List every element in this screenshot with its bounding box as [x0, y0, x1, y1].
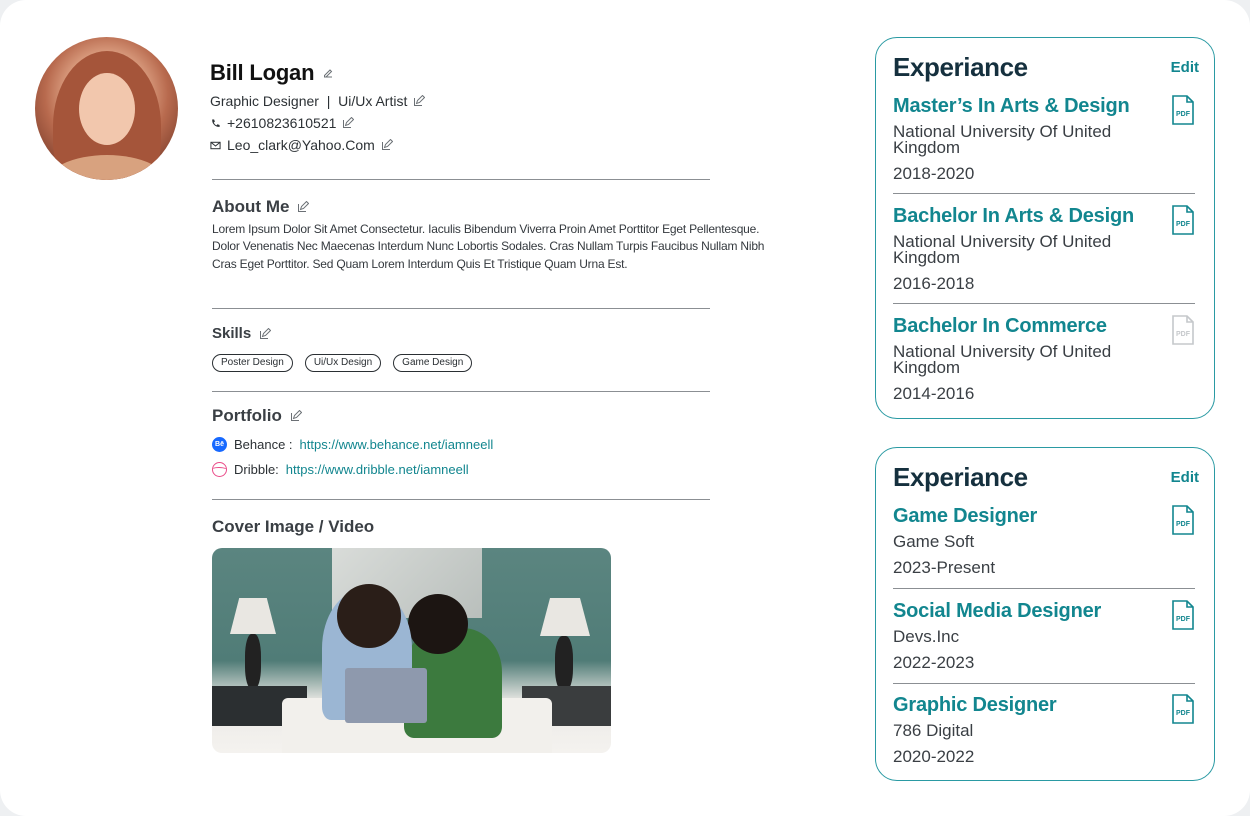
experience-card: Experiance Edit Game Designer Game Soft …: [875, 447, 1215, 781]
education-entry: Bachelor In Commerce National University…: [893, 315, 1195, 404]
svg-text:PDF: PDF: [1176, 221, 1191, 228]
phone-icon: [210, 118, 221, 129]
edit-button[interactable]: Edit: [1171, 59, 1199, 76]
pdf-icon[interactable]: PDF: [1171, 505, 1195, 535]
entry-years: 2022-2023: [893, 653, 975, 672]
skills-list: Poster Design Ui/Ux Design Game Design: [212, 354, 473, 372]
entry-subtitle: 786 Digital: [893, 721, 974, 740]
behance-label: Behance :: [234, 437, 293, 452]
experience-entry: Game Designer Game Soft 2023-Present PDF: [893, 505, 1195, 578]
entry-subtitle: Devs.Inc: [893, 627, 960, 646]
dribbble-label: Dribble:: [234, 462, 279, 477]
pdf-icon-disabled: PDF: [1171, 315, 1195, 345]
name-row: Bill Logan: [210, 60, 334, 86]
cover-lamp-right: [540, 598, 590, 636]
entry-title: Game Designer: [893, 505, 1038, 527]
edit-skills-icon[interactable]: [259, 327, 272, 340]
education-card: Experiance Edit Master’s In Arts & Desig…: [875, 37, 1215, 419]
entry-years: 2023-Present: [893, 558, 996, 577]
avatar[interactable]: [35, 37, 178, 180]
behance-link[interactable]: https://www.behance.net/iamneell: [300, 437, 494, 452]
divider: [212, 179, 710, 180]
dribbble-link[interactable]: https://www.dribble.net/iamneell: [286, 462, 469, 477]
edit-about-icon[interactable]: [297, 201, 310, 213]
entry-divider: [893, 588, 1195, 589]
pdf-icon[interactable]: PDF: [1171, 205, 1195, 235]
avatar-face: [79, 73, 135, 145]
entry-subtitle: National University Of United Kingdom: [893, 122, 1112, 157]
edit-portfolio-icon[interactable]: [290, 410, 302, 422]
about-text: Lorem Ipsum Dolor Sit Amet Consectetur. …: [212, 222, 765, 271]
cover-laptop: [345, 668, 427, 723]
edit-phone-icon[interactable]: [342, 117, 355, 129]
edit-name-icon[interactable]: [322, 67, 334, 79]
experience-entry: Graphic Designer 786 Digital 2020-2022 P…: [893, 694, 1195, 767]
skill-chip[interactable]: Poster Design: [212, 354, 293, 372]
svg-text:PDF: PDF: [1176, 521, 1191, 528]
skills-section-title: Skills: [212, 325, 272, 342]
entry-title: Graphic Designer: [893, 694, 1057, 716]
entry-divider: [893, 303, 1195, 304]
dribbble-icon: [212, 462, 227, 477]
entry-years: 2016-2018: [893, 274, 975, 293]
pdf-icon[interactable]: PDF: [1171, 95, 1195, 125]
card-title: Experiance: [893, 52, 1028, 82]
education-entry: Bachelor In Arts & Design National Unive…: [893, 205, 1195, 294]
entry-subtitle: National University Of United Kingdom: [893, 232, 1112, 267]
svg-text:PDF: PDF: [1176, 331, 1191, 338]
entry-divider: [893, 683, 1195, 684]
entry-years: 2014-2016: [893, 384, 975, 403]
entry-years: 2018-2020: [893, 164, 975, 183]
edit-email-icon[interactable]: [381, 139, 393, 151]
about-title: About Me: [212, 197, 290, 216]
about-section-title: About Me: [212, 197, 310, 217]
svg-text:PDF: PDF: [1176, 616, 1191, 623]
edit-button[interactable]: Edit: [1171, 469, 1199, 486]
cover-title: Cover Image / Video: [212, 517, 375, 536]
behance-link-row: Bē Behance : https://www.behance.net/iam…: [212, 437, 493, 452]
portfolio-title: Portfolio: [212, 406, 282, 425]
behance-icon: Bē: [212, 437, 227, 452]
divider: [212, 391, 710, 392]
entry-title: Bachelor In Commerce: [893, 315, 1107, 337]
profile-email: Leo_clark@Yahoo.Com: [227, 137, 375, 153]
entry-subtitle: National University Of United Kingdom: [893, 342, 1112, 377]
email-row: Leo_clark@Yahoo.Com: [210, 137, 393, 153]
profile-name: Bill Logan: [210, 60, 315, 85]
pdf-icon[interactable]: PDF: [1171, 600, 1195, 630]
roles-row: Graphic Designer | Ui/Ux Artist: [210, 93, 426, 109]
phone-row: +2610823610521: [210, 115, 355, 131]
profile-page: Bill Logan Graphic Designer | Ui/Ux Arti…: [0, 0, 1250, 816]
skill-chip[interactable]: Ui/Ux Design: [304, 354, 382, 372]
entry-subtitle: Game Soft: [893, 532, 975, 551]
entry-title: Master’s In Arts & Design: [893, 95, 1130, 117]
entry-title: Social Media Designer: [893, 600, 1102, 622]
skills-title: Skills: [212, 325, 252, 342]
profile-roles: Graphic Designer | Ui/Ux Artist: [210, 93, 408, 109]
cover-image[interactable]: [212, 548, 611, 753]
edit-roles-icon[interactable]: [413, 95, 426, 107]
divider: [212, 308, 710, 309]
svg-text:PDF: PDF: [1176, 710, 1191, 717]
skill-chip[interactable]: Game Design: [393, 354, 473, 372]
cover-person-left-head: [337, 584, 401, 648]
dribbble-link-row: Dribble: https://www.dribble.net/iamneel…: [212, 462, 469, 477]
card-title: Experiance: [893, 462, 1028, 492]
cover-person-right-head: [408, 594, 468, 654]
mail-icon: [210, 140, 221, 151]
svg-text:PDF: PDF: [1176, 111, 1191, 118]
entry-years: 2020-2022: [893, 747, 975, 766]
cover-lamp-left-base: [245, 634, 261, 689]
entry-title: Bachelor In Arts & Design: [893, 205, 1134, 227]
portfolio-section-title: Portfolio: [212, 406, 302, 426]
divider: [212, 499, 710, 500]
education-entry: Master’s In Arts & Design National Unive…: [893, 95, 1195, 184]
experience-entry: Social Media Designer Devs.Inc 2022-2023…: [893, 600, 1195, 673]
entry-divider: [893, 193, 1195, 194]
pdf-icon[interactable]: PDF: [1171, 694, 1195, 724]
profile-phone: +2610823610521: [227, 115, 337, 131]
cover-lamp-right-base: [555, 636, 573, 691]
cover-lamp-left: [230, 598, 276, 634]
